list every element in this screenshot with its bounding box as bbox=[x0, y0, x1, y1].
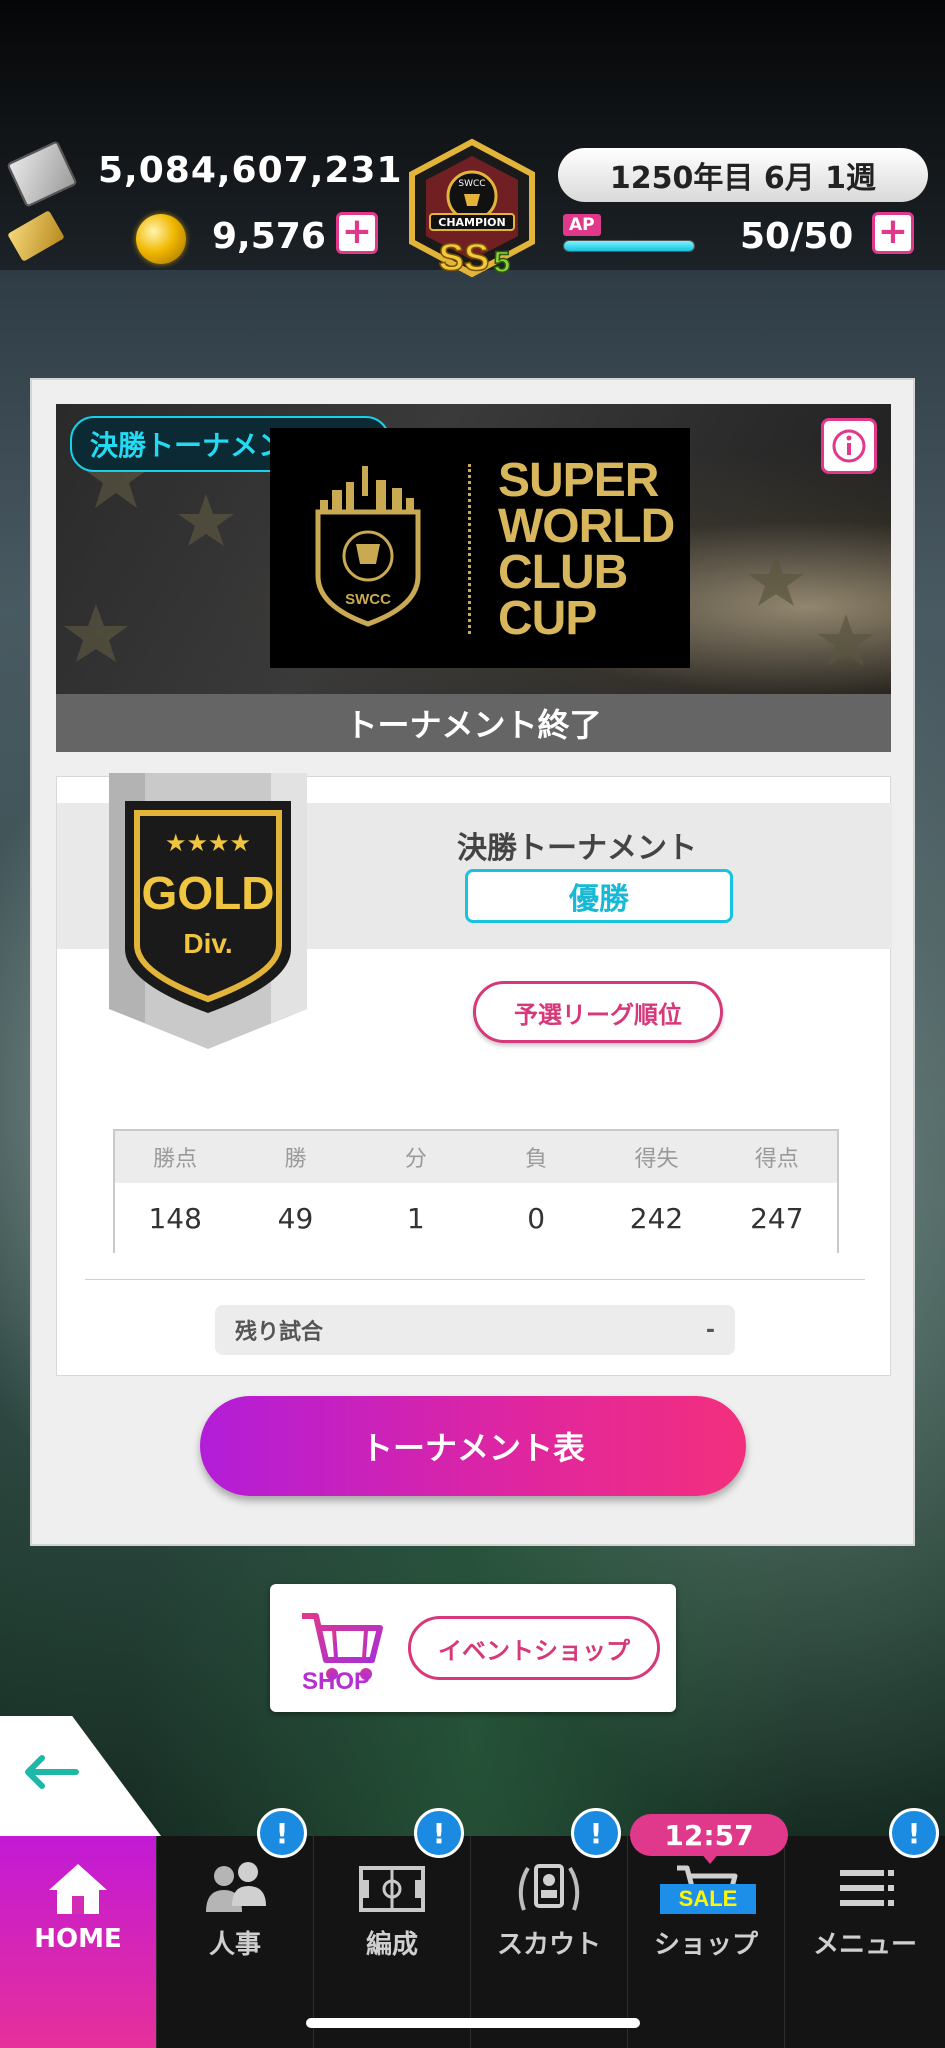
nav-label: HOME bbox=[34, 1924, 122, 1954]
stats-table: 勝点 勝 分 負 得失 得点 148 49 1 0 242 247 bbox=[113, 1129, 839, 1253]
banner-caption: トーナメント終了 bbox=[56, 694, 891, 752]
event-shop-button[interactable]: イベントショップ bbox=[408, 1616, 660, 1680]
stats-value: 247 bbox=[750, 1201, 804, 1235]
menu-icon bbox=[840, 1870, 894, 1906]
bottom-nav: HOME ! 人事 ! 編成 ! スカウト ショップ ! メニュー bbox=[0, 1808, 945, 2048]
add-coins-button[interactable]: + bbox=[336, 212, 378, 254]
top-status-bar: 5,084,607,231 9,576 + SWCC CHAMPION SS 5… bbox=[0, 0, 945, 280]
ap-value: 50/50 bbox=[740, 216, 854, 257]
stats-value: 1 bbox=[406, 1201, 425, 1235]
crest-text: SWCC bbox=[345, 591, 391, 608]
money-value: 5,084,607,231 bbox=[98, 150, 403, 191]
stats-value-row: 148 49 1 0 242 247 bbox=[115, 1183, 837, 1253]
nav-label: ショップ bbox=[653, 1930, 758, 1960]
shop-word: SHOP bbox=[302, 1668, 371, 1695]
division-sub: Div. bbox=[183, 928, 232, 959]
info-button[interactable] bbox=[821, 418, 877, 474]
division-name: GOLD bbox=[142, 867, 275, 919]
shop-sale-timer: 12:57 bbox=[630, 1814, 788, 1856]
outcome-badge: 優勝 bbox=[465, 869, 733, 923]
gold-card-icon bbox=[7, 210, 65, 262]
stats-header: 負 bbox=[525, 1147, 548, 1172]
nav-home[interactable]: HOME bbox=[0, 1836, 157, 2048]
nav-shop[interactable]: ショップ bbox=[628, 1836, 785, 2048]
logo-divider bbox=[468, 464, 471, 634]
stats-header: 勝 bbox=[284, 1147, 307, 1172]
nav-label: 人事 bbox=[208, 1930, 261, 1960]
stats-header-row: 勝点 勝 分 負 得失 得点 bbox=[115, 1131, 837, 1183]
emblem-rank: SS bbox=[439, 237, 490, 279]
tournament-panel: 決勝トーナメント終了 SWCC SUPER WORLD CLUB CUP トーナ… bbox=[30, 378, 915, 1546]
swcc-crest-icon: SWCC bbox=[315, 466, 421, 627]
remaining-label: 残り試合 bbox=[235, 1320, 324, 1345]
nav-label: スカウト bbox=[496, 1930, 601, 1960]
nav-formation[interactable]: ! 編成 bbox=[314, 1808, 471, 2048]
stats-header: 勝点 bbox=[153, 1147, 198, 1172]
stats-header: 分 bbox=[404, 1147, 427, 1172]
scout-icon bbox=[518, 1864, 580, 1911]
result-card: ★★★★ GOLD Div. 決勝トーナメント 優勝 予選リーグ順位 勝点 勝 … bbox=[56, 773, 892, 1376]
stats-header: 得点 bbox=[754, 1147, 799, 1172]
logo-line: SUPER bbox=[498, 454, 659, 507]
swcc-logo: SWCC SUPER WORLD CLUB CUP bbox=[270, 428, 690, 668]
notification-badge: ! bbox=[889, 1808, 939, 1858]
ap-label: AP bbox=[563, 214, 601, 236]
add-ap-button[interactable]: + bbox=[872, 212, 914, 254]
notification-badge: ! bbox=[414, 1808, 464, 1858]
ap-gauge bbox=[563, 240, 695, 252]
notification-badge: ! bbox=[571, 1808, 621, 1858]
divider bbox=[85, 1279, 865, 1280]
logo-wordmark: SUPER WORLD CLUB CUP bbox=[498, 454, 675, 645]
timer-pointer bbox=[700, 1852, 720, 1864]
remaining-value: - bbox=[705, 1317, 715, 1343]
emblem-ribbon-text: CHAMPION bbox=[438, 216, 505, 229]
stats-value: 0 bbox=[527, 1201, 546, 1235]
stats-value: 49 bbox=[277, 1201, 314, 1235]
event-shop-banner[interactable]: SHOP イベントショップ bbox=[270, 1584, 676, 1712]
prelim-league-standings-button[interactable]: 予選リーグ順位 bbox=[473, 981, 723, 1043]
back-arrow-icon[interactable] bbox=[20, 1752, 80, 1792]
people-icon bbox=[206, 1862, 266, 1912]
home-icon bbox=[49, 1864, 107, 1914]
nav-scout[interactable]: ! スカウト bbox=[471, 1808, 628, 2048]
pitch-icon bbox=[359, 1866, 425, 1912]
nav-personnel[interactable]: ! 人事 bbox=[157, 1808, 314, 2048]
nav-label: 編成 bbox=[365, 1930, 418, 1960]
logo-line: WORLD bbox=[498, 500, 675, 553]
remaining-matches: 残り試合 - bbox=[215, 1305, 735, 1355]
logo-line: CUP bbox=[498, 592, 597, 645]
tournament-bracket-button[interactable]: トーナメント表 bbox=[200, 1396, 746, 1496]
ap-gauge-fill bbox=[564, 241, 694, 251]
stats-value: 148 bbox=[148, 1201, 202, 1235]
notification-badge: ! bbox=[257, 1808, 307, 1858]
stats-value: 242 bbox=[629, 1201, 684, 1235]
division-stars: ★★★★ bbox=[165, 829, 251, 857]
tournament-banner[interactable]: 決勝トーナメント終了 SWCC SUPER WORLD CLUB CUP bbox=[56, 404, 891, 694]
emblem-top-text: SWCC bbox=[458, 179, 485, 189]
home-indicator[interactable] bbox=[306, 2018, 640, 2028]
emblem-rank-number: 5 bbox=[494, 246, 511, 279]
gold-division-badge: ★★★★ GOLD Div. bbox=[109, 773, 307, 1049]
sale-tag: SALE bbox=[660, 1884, 756, 1914]
coin-value: 9,576 bbox=[212, 216, 326, 257]
info-icon bbox=[832, 429, 866, 463]
game-date: 1250年目 6月 1週 bbox=[558, 148, 928, 202]
nav-menu[interactable]: ! メニュー bbox=[785, 1808, 945, 2048]
nav-label: メニュー bbox=[812, 1930, 917, 1960]
stats-header: 得失 bbox=[634, 1147, 679, 1172]
rank-emblem[interactable]: SWCC CHAMPION SS 5 bbox=[392, 138, 552, 288]
money-icon bbox=[6, 140, 78, 208]
stage-title: 決勝トーナメント bbox=[457, 831, 697, 866]
gold-ball-icon bbox=[136, 214, 186, 264]
logo-line: CLUB bbox=[498, 546, 628, 599]
